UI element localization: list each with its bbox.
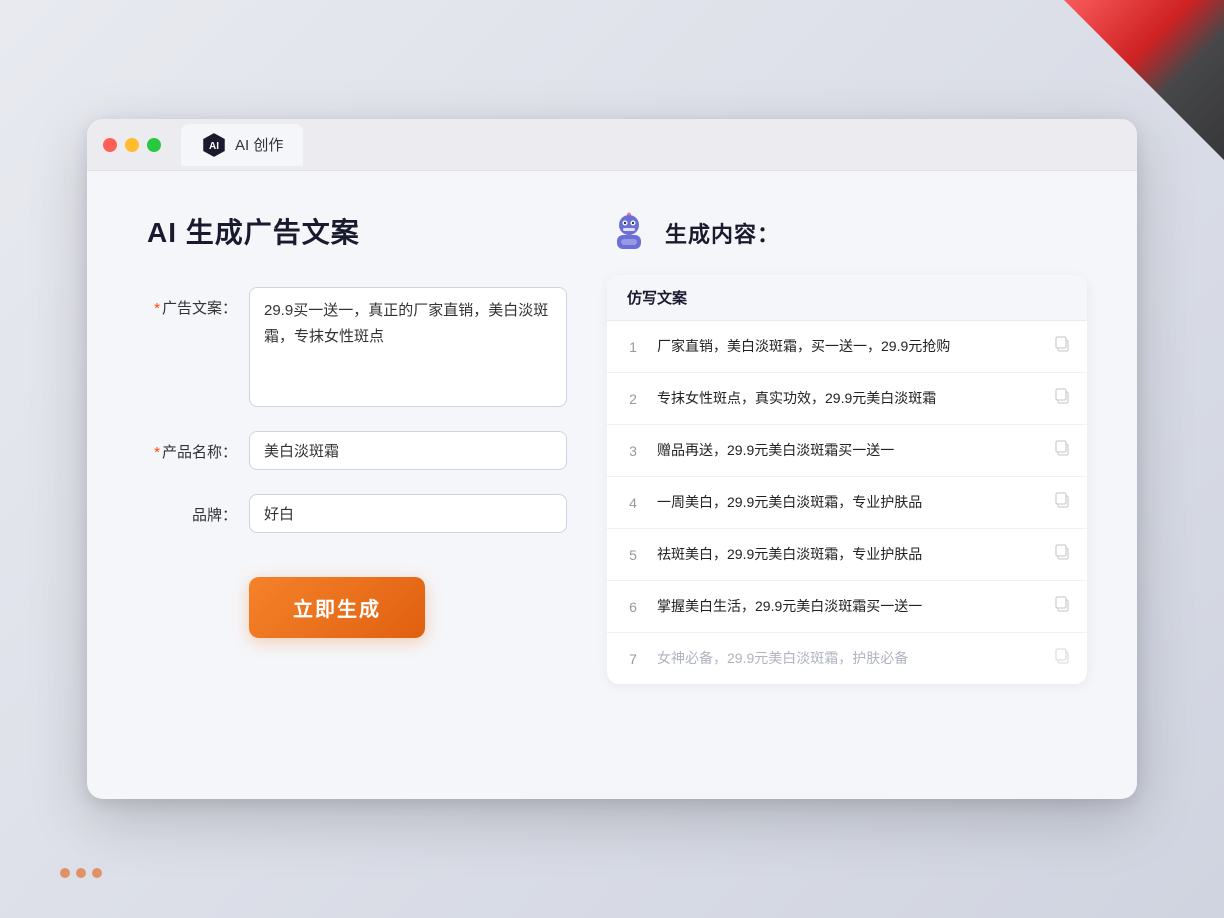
bottom-dots <box>60 868 102 878</box>
brand-field-group: 品牌： <box>147 494 567 533</box>
browser-window: AI AI 创作 AI 生成广告文案 *广告文案： 29.9买一送一，真正的厂家… <box>87 119 1137 799</box>
table-header: 仿写文案 <box>607 275 1087 321</box>
traffic-lights <box>103 138 161 152</box>
table-row: 6 掌握美白生活，29.9元美白淡斑霜买一送一 <box>607 581 1087 633</box>
table-row: 5 祛斑美白，29.9元美白淡斑霜，专业护肤品 <box>607 529 1087 581</box>
brand-label: 品牌： <box>147 494 237 525</box>
copy-icon[interactable] <box>1053 439 1071 462</box>
row-number: 2 <box>623 391 643 407</box>
row-number: 6 <box>623 599 643 615</box>
ad-copy-field-group: *广告文案： 29.9买一送一，真正的厂家直销，美白淡斑霜，专抹女性斑点 <box>147 287 567 407</box>
minimize-button[interactable] <box>125 138 139 152</box>
copy-icon[interactable] <box>1053 543 1071 566</box>
title-bar: AI AI 创作 <box>87 119 1137 171</box>
maximize-button[interactable] <box>147 138 161 152</box>
result-title: 生成内容： <box>665 217 780 249</box>
ai-creation-tab[interactable]: AI AI 创作 <box>181 124 303 166</box>
result-rows-container: 1 厂家直销，美白淡斑霜，买一送一，29.9元抢购 2 专抹女性斑点，真实功效，29.… <box>607 321 1087 684</box>
page-title: AI 生成广告文案 <box>147 211 567 251</box>
copy-icon[interactable] <box>1053 335 1071 358</box>
row-number: 1 <box>623 339 643 355</box>
row-text: 赠品再送，29.9元美白淡斑霜买一送一 <box>657 440 1039 461</box>
copy-icon[interactable] <box>1053 595 1071 618</box>
table-row: 1 厂家直销，美白淡斑霜，买一送一，29.9元抢购 <box>607 321 1087 373</box>
row-number: 7 <box>623 651 643 667</box>
copy-icon[interactable] <box>1053 647 1071 670</box>
result-table: 仿写文案 1 厂家直销，美白淡斑霜，买一送一，29.9元抢购 2 专抹女性斑点，真实功… <box>607 275 1087 684</box>
table-row: 2 专抹女性斑点，真实功效，29.9元美白淡斑霜 <box>607 373 1087 425</box>
row-number: 5 <box>623 547 643 563</box>
row-number: 4 <box>623 495 643 511</box>
row-text: 厂家直销，美白淡斑霜，买一送一，29.9元抢购 <box>657 336 1039 357</box>
svg-text:AI: AI <box>209 141 219 152</box>
robot-icon <box>607 211 651 255</box>
brand-input[interactable] <box>249 494 567 533</box>
required-star-product: * <box>154 444 160 461</box>
generate-button[interactable]: 立即生成 <box>249 577 425 638</box>
ai-logo-icon: AI <box>201 132 227 158</box>
table-row: 3 赠品再送，29.9元美白淡斑霜买一送一 <box>607 425 1087 477</box>
tab-label: AI 创作 <box>235 134 283 155</box>
result-header: 生成内容： <box>607 211 1087 255</box>
ad-copy-input[interactable]: 29.9买一送一，真正的厂家直销，美白淡斑霜，专抹女性斑点 <box>249 287 567 407</box>
close-button[interactable] <box>103 138 117 152</box>
product-name-label: *产品名称： <box>147 431 237 462</box>
row-text: 一周美白，29.9元美白淡斑霜，专业护肤品 <box>657 492 1039 513</box>
product-name-input[interactable] <box>249 431 567 470</box>
copy-icon[interactable] <box>1053 491 1071 514</box>
row-text: 祛斑美白，29.9元美白淡斑霜，专业护肤品 <box>657 544 1039 565</box>
copy-icon[interactable] <box>1053 387 1071 410</box>
required-star-ad: * <box>154 300 160 317</box>
product-name-field-group: *产品名称： <box>147 431 567 470</box>
ad-copy-label: *广告文案： <box>147 287 237 318</box>
row-text: 掌握美白生活，29.9元美白淡斑霜买一送一 <box>657 596 1039 617</box>
left-panel: AI 生成广告文案 *广告文案： 29.9买一送一，真正的厂家直销，美白淡斑霜，… <box>147 211 567 684</box>
row-number: 3 <box>623 443 643 459</box>
table-row: 4 一周美白，29.9元美白淡斑霜，专业护肤品 <box>607 477 1087 529</box>
right-panel: 生成内容： 仿写文案 1 厂家直销，美白淡斑霜，买一送一，29.9元抢购 2 专抹女性… <box>607 211 1087 684</box>
table-row: 7 女神必备，29.9元美白淡斑霜，护肤必备 <box>607 633 1087 684</box>
main-content: AI 生成广告文案 *广告文案： 29.9买一送一，真正的厂家直销，美白淡斑霜，… <box>87 171 1137 724</box>
row-text: 女神必备，29.9元美白淡斑霜，护肤必备 <box>657 648 1039 669</box>
row-text: 专抹女性斑点，真实功效，29.9元美白淡斑霜 <box>657 388 1039 409</box>
